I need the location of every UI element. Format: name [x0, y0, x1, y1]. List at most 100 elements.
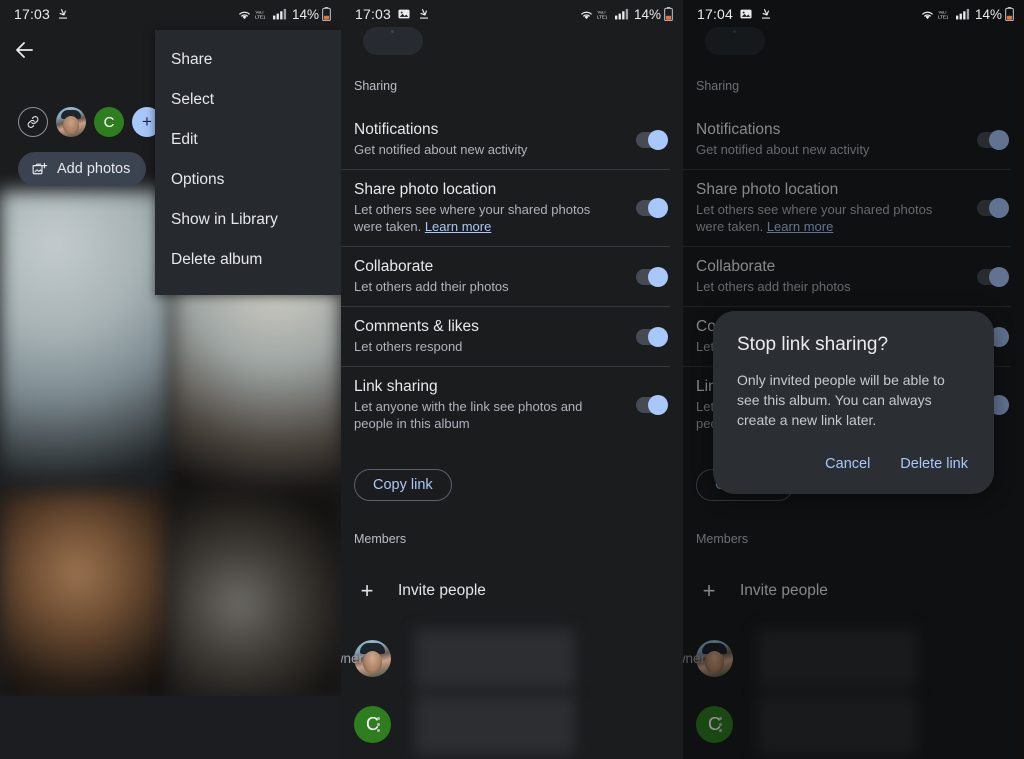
- member-avatar-initial[interactable]: C: [94, 107, 124, 137]
- toggle-knob: [648, 198, 668, 218]
- delete-link-button[interactable]: Delete link: [898, 452, 970, 476]
- link-avatar-chip[interactable]: [18, 107, 48, 137]
- setting-row-notifications[interactable]: Notifications Get notified about new act…: [341, 110, 670, 170]
- member-row-collaborator[interactable]: C: [354, 694, 575, 755]
- toggle-share-photo-location[interactable]: [636, 198, 668, 218]
- menu-item-delete-album[interactable]: Delete album: [155, 240, 341, 280]
- signal-icon: [272, 8, 287, 20]
- status-bar-right-2: VoLI LTE1 14%: [579, 7, 673, 22]
- toggle-knob: [648, 129, 668, 150]
- member-avatar-photo[interactable]: [56, 107, 86, 137]
- add-photo-icon: [31, 161, 48, 178]
- status-bar-3: 17:04 VoLI LTE1 14%: [683, 0, 1024, 28]
- status-bar-1: 17:03 VoLI LTE1 14%: [0, 0, 341, 28]
- battery-percent: 14%: [974, 6, 1002, 22]
- clock: 17:04: [697, 6, 734, 22]
- svg-text:LTE1: LTE1: [255, 14, 266, 19]
- wifi-icon: [579, 8, 594, 21]
- menu-item-edit[interactable]: Edit: [155, 120, 341, 160]
- battery-percent: 14%: [291, 6, 319, 22]
- panel-album-menu: 17:03 VoLI LTE1 14% C + Add photos Share…: [0, 0, 341, 759]
- image-icon: [739, 7, 753, 21]
- arrow-left-icon: [16, 42, 33, 58]
- cancel-button[interactable]: Cancel: [823, 452, 872, 476]
- member-overflow-menu-icon[interactable]: [377, 717, 380, 732]
- toggle-knob: [648, 326, 668, 347]
- wifi-icon: [237, 8, 252, 21]
- volte-icon: VoLI LTE1: [938, 8, 953, 21]
- battery-icon: [322, 7, 331, 22]
- setting-title: Share photo location: [354, 181, 497, 198]
- panel-bottom-fill: [0, 696, 341, 759]
- dialog-actions: Cancel Delete link: [737, 452, 970, 482]
- menu-item-options[interactable]: Options: [155, 160, 341, 200]
- battery-percent: 14%: [633, 6, 661, 22]
- menu-item-show-in-library[interactable]: Show in Library: [155, 200, 341, 240]
- member-avatar-initial: C: [354, 706, 391, 743]
- status-bar-left-1: 17:03: [14, 6, 70, 22]
- photo-thumbnail[interactable]: [0, 191, 171, 491]
- signal-icon: [614, 8, 629, 20]
- toggle-knob: [648, 266, 668, 287]
- dialog-body: Only invited people will be able to see …: [737, 372, 945, 428]
- link-icon: [27, 116, 39, 128]
- download-icon: [417, 7, 431, 21]
- setting-row-comments-likes[interactable]: Comments & likes Let others respond: [341, 307, 670, 367]
- invite-people-row[interactable]: + Invite people: [354, 578, 486, 604]
- menu-item-select[interactable]: Select: [155, 80, 341, 120]
- toggle-notifications[interactable]: [636, 129, 668, 150]
- svg-text:LTE1: LTE1: [938, 14, 949, 19]
- add-photos-label: Add photos: [57, 161, 131, 177]
- album-members-avatar-row: C +: [18, 107, 162, 137]
- photo-thumbnail[interactable]: [0, 491, 171, 696]
- download-icon: [759, 7, 773, 21]
- menu-item-share[interactable]: Share: [155, 40, 341, 80]
- stop-link-sharing-dialog: Stop link sharing? Only invited people w…: [713, 311, 994, 494]
- setting-title: Link sharing: [354, 378, 438, 395]
- status-bar-left-3: 17:04: [697, 6, 773, 22]
- battery-icon: [664, 7, 673, 22]
- wifi-icon: [920, 8, 935, 21]
- setting-title: Notifications: [354, 121, 439, 138]
- back-button[interactable]: [12, 38, 38, 64]
- panel-stop-link-sharing-dialog: 17:04 VoLI LTE1 14% Sharing Notification…: [683, 0, 1024, 759]
- setting-row-link-sharing[interactable]: Link sharing Let anyone with the link se…: [341, 367, 670, 443]
- svg-text:VoLI: VoLI: [255, 9, 263, 14]
- battery-icon: [1005, 7, 1014, 22]
- setting-row-share-photo-location[interactable]: Share photo location Let others see wher…: [341, 170, 670, 247]
- svg-text:LTE1: LTE1: [597, 14, 608, 19]
- clock: 17:03: [14, 6, 51, 22]
- member-role-badge: Owner: [341, 651, 363, 666]
- photo-thumbnail[interactable]: [170, 491, 341, 696]
- setting-row-collaborate[interactable]: Collaborate Let others add their photos: [341, 247, 670, 307]
- toggle-comments-likes[interactable]: [636, 326, 668, 347]
- svg-text:VoLI: VoLI: [597, 9, 605, 14]
- setting-subtitle: Let others add their photos: [354, 279, 509, 294]
- volte-icon: VoLI LTE1: [255, 8, 270, 21]
- section-header-sharing: Sharing: [354, 79, 398, 93]
- toggle-collaborate[interactable]: [636, 266, 668, 287]
- member-row-owner[interactable]: Owner: [341, 628, 575, 689]
- status-bar-right-3: VoLI LTE1 14%: [920, 7, 1014, 22]
- setting-subtitle: Let anyone with the link see photos and …: [354, 399, 583, 431]
- clock: 17:03: [355, 6, 392, 22]
- image-icon: [397, 7, 411, 21]
- setting-title: Comments & likes: [354, 318, 479, 335]
- setting-subtitle: Get notified about new activity: [354, 142, 528, 157]
- signal-icon: [955, 8, 970, 20]
- add-photos-button[interactable]: Add photos: [18, 152, 147, 186]
- copy-link-button[interactable]: Copy link: [354, 469, 452, 501]
- album-cover-card-fragment: [363, 27, 423, 55]
- dialog-title: Stop link sharing?: [737, 334, 889, 355]
- volte-icon: VoLI LTE1: [597, 8, 612, 21]
- panel-sharing-settings: 17:03 VoLI LTE1 14% Sharing Notification…: [341, 0, 683, 759]
- three-screenshot-strip: 17:03 VoLI LTE1 14% C + Add photos Share…: [0, 0, 1024, 759]
- album-photo-grid-bottom[interactable]: [0, 491, 341, 696]
- setting-subtitle: Let others respond: [354, 339, 463, 354]
- toggle-knob: [648, 395, 668, 415]
- status-bar-left-2: 17:03: [355, 6, 431, 22]
- download-icon: [56, 7, 70, 21]
- toggle-link-sharing[interactable]: [636, 395, 668, 415]
- status-bar-2: 17:03 VoLI LTE1 14%: [341, 0, 683, 28]
- learn-more-link[interactable]: Learn more: [425, 219, 491, 234]
